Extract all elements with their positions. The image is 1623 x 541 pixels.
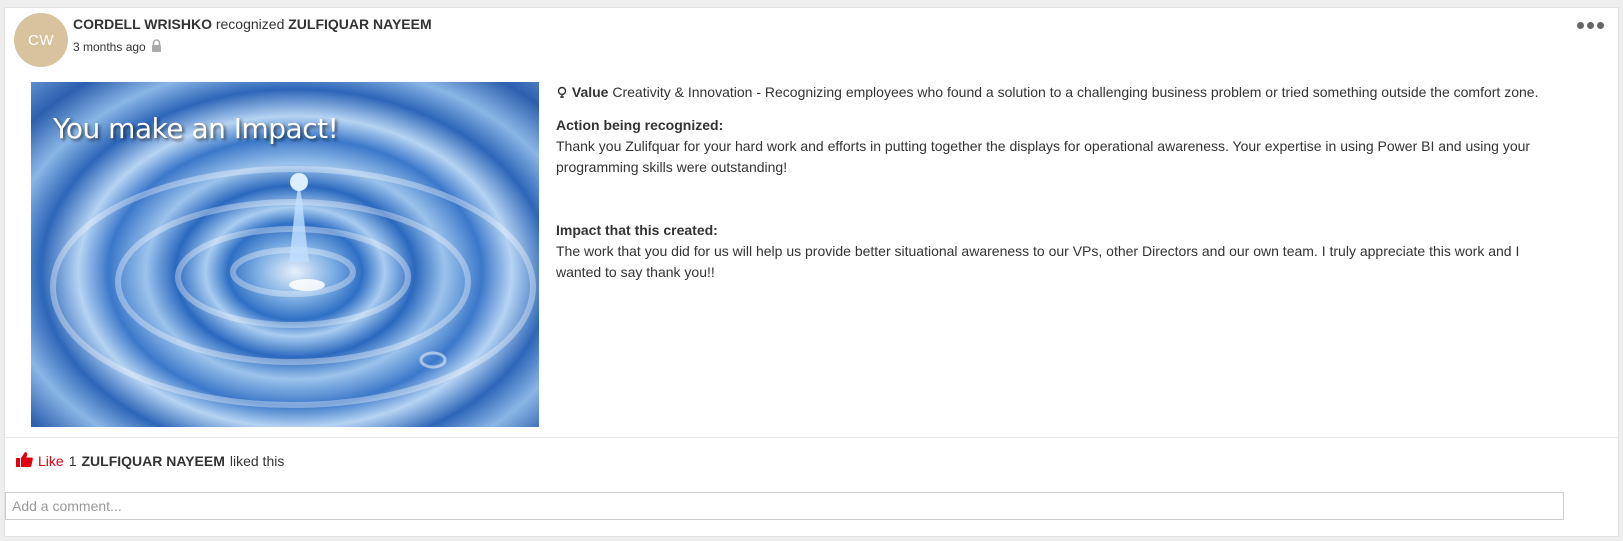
like-count: 1 <box>68 453 77 469</box>
post-content: Value Creativity & Innovation - Recogniz… <box>556 82 1556 283</box>
value-bulb-icon <box>556 84 572 100</box>
author-name-link[interactable]: CORDELL WRISHKO <box>73 16 212 32</box>
recipient-name-link[interactable]: ZULFIQUAR NAYEEM <box>288 16 431 32</box>
post-timestamp: 3 months ago <box>73 40 146 54</box>
like-button[interactable]: Like <box>38 453 64 469</box>
action-heading: Action being recognized: <box>556 117 724 133</box>
lock-icon <box>151 39 162 55</box>
value-line: Value Creativity & Innovation - Recogniz… <box>556 82 1556 103</box>
impact-text: The work that you did for us will help u… <box>556 243 1520 280</box>
footer-divider <box>5 437 1618 438</box>
recognized-verb: recognized <box>215 16 285 32</box>
liked-suffix: liked this <box>229 453 285 469</box>
more-options-icon[interactable] <box>1577 22 1604 29</box>
liker-name-link[interactable]: ZULFIQUAR NAYEEM <box>81 453 224 469</box>
post-meta: 3 months ago <box>73 39 162 55</box>
author-avatar[interactable]: CW <box>14 13 68 67</box>
avatar-initials: CW <box>28 31 54 49</box>
image-caption: You make an Impact! <box>53 112 339 145</box>
value-label: Value <box>571 84 609 100</box>
recognition-post-card: CW CORDELL WRISHKO recognized ZULFIQUAR … <box>4 7 1619 537</box>
post-header: CORDELL WRISHKO recognized ZULFIQUAR NAY… <box>73 16 432 32</box>
like-row: Like 1 ZULFIQUAR NAYEEM liked this <box>16 452 284 470</box>
action-text: Thank you Zulifquar for your hard work a… <box>556 138 1531 175</box>
value-text: Creativity & Innovation - Recognizing em… <box>612 84 1539 100</box>
comment-input[interactable] <box>5 492 1564 520</box>
thumbs-up-icon[interactable] <box>16 452 33 470</box>
recognition-image: You make an Impact! <box>31 82 539 427</box>
impact-heading: Impact that this created: <box>556 222 718 238</box>
